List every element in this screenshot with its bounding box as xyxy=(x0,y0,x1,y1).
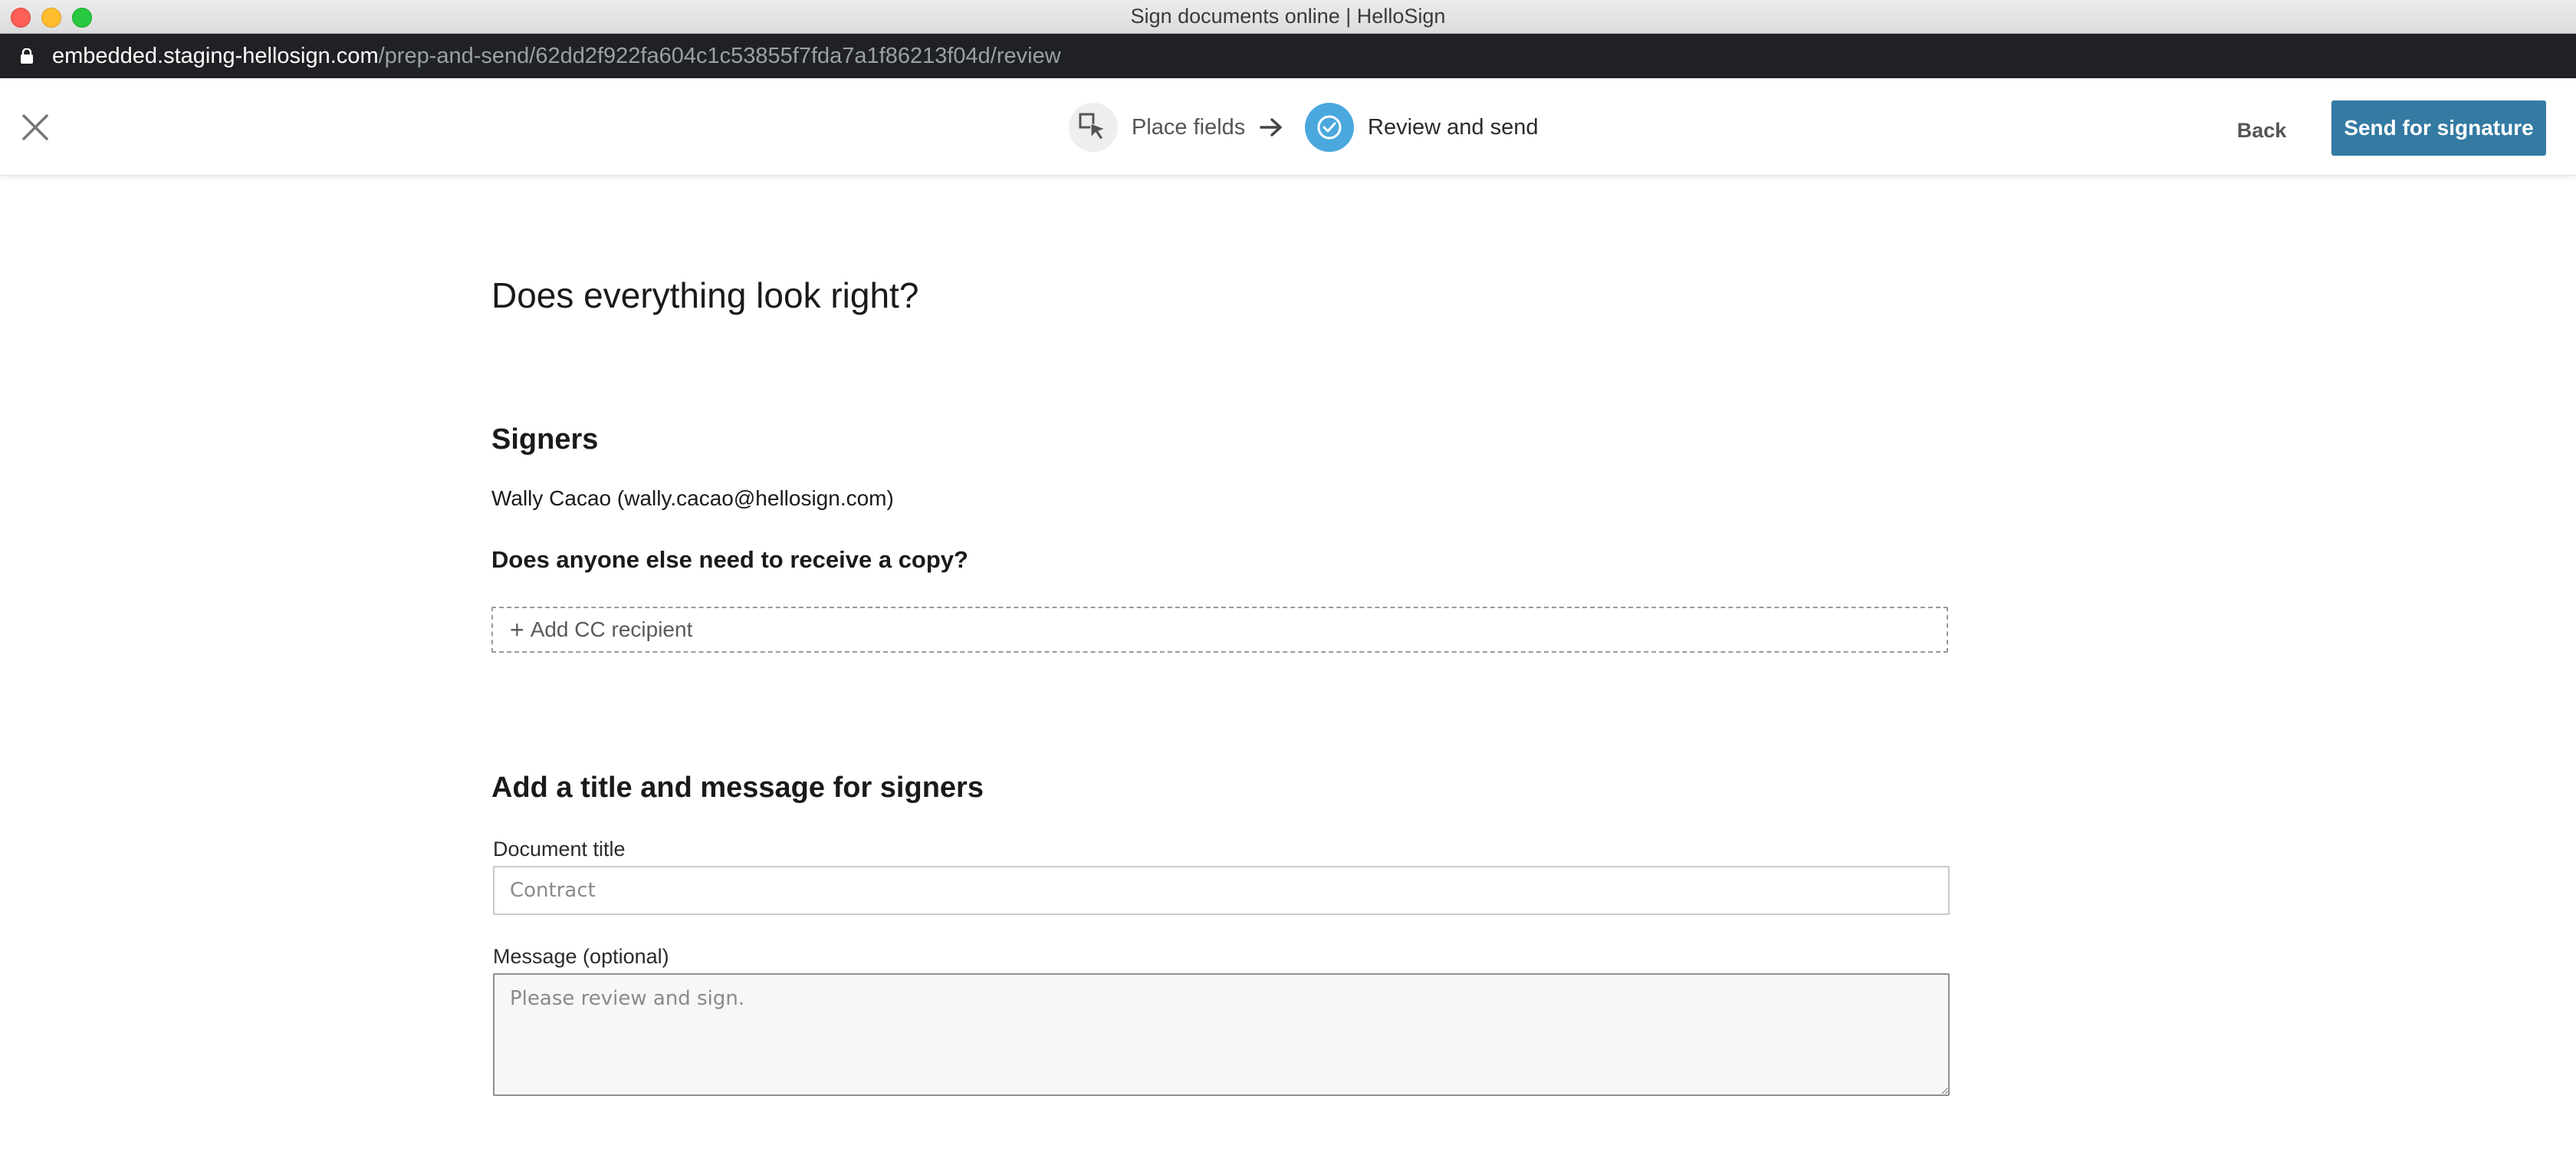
cc-question: Does anyone else need to receive a copy? xyxy=(491,546,968,573)
step-review-and-send[interactable]: Review and send xyxy=(1305,103,1538,152)
back-button[interactable]: Back xyxy=(2223,109,2300,152)
plus-icon: + xyxy=(510,616,524,643)
window-titlebar: Sign documents online | HelloSign xyxy=(0,0,2576,34)
window-title: Sign documents online | HelloSign xyxy=(1130,5,1446,28)
place-fields-icon xyxy=(1069,103,1118,152)
message-label: Message (optional) xyxy=(493,945,669,968)
signer-entry: Wally Cacao (wally.cacao@hellosign.com) xyxy=(491,486,894,510)
close-icon[interactable] xyxy=(20,112,51,143)
url-path: /prep-and-send/62dd2f922fa604c1c53855f7f… xyxy=(378,44,1061,68)
lock-icon xyxy=(21,48,33,64)
page-title: Does everything look right? xyxy=(491,275,919,315)
step-place-fields[interactable]: Place fields xyxy=(1069,103,1245,152)
check-circle-icon xyxy=(1305,103,1354,152)
url-text[interactable]: embedded.staging-hellosign.com/prep-and-… xyxy=(52,34,1061,78)
document-title-input[interactable] xyxy=(493,866,1950,915)
app-header: Place fields Review and send Back Send f… xyxy=(0,78,2576,176)
step-label-place-fields: Place fields xyxy=(1132,114,1246,140)
signers-heading: Signers xyxy=(491,423,599,456)
document-title-label: Document title xyxy=(493,838,626,861)
message-textarea[interactable] xyxy=(493,973,1950,1096)
url-host: embedded.staging-hellosign.com xyxy=(52,44,379,68)
address-bar[interactable]: embedded.staging-hellosign.com/prep-and-… xyxy=(0,34,2576,78)
add-cc-label: Add CC recipient xyxy=(530,617,693,641)
add-cc-recipient-button[interactable]: + Add CC recipient xyxy=(491,607,1948,653)
arrow-right-icon xyxy=(1260,118,1282,137)
send-for-signature-button[interactable]: Send for signature xyxy=(2331,100,2546,156)
step-label-review-and-send: Review and send xyxy=(1368,114,1539,140)
title-message-heading: Add a title and message for signers xyxy=(491,772,984,804)
